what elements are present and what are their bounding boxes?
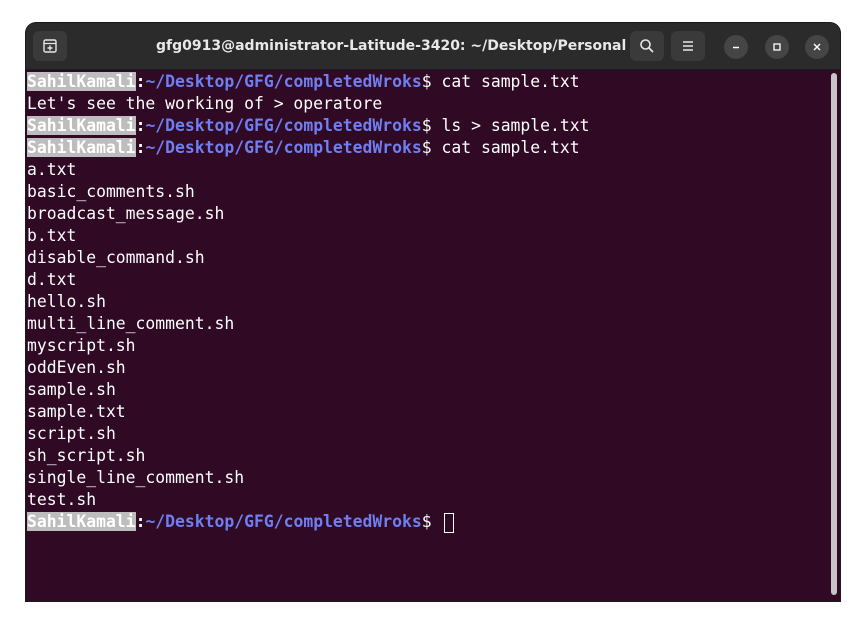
prompt-path: ~/Desktop/GFG/completedWroks bbox=[145, 72, 422, 91]
file-list-item: a.txt bbox=[27, 160, 77, 179]
new-tab-icon bbox=[43, 39, 57, 53]
minimize-button[interactable] bbox=[724, 35, 748, 59]
command-text: $ bbox=[421, 512, 442, 531]
maximize-icon bbox=[773, 43, 781, 51]
file-list-item: script.sh bbox=[27, 424, 116, 443]
minimize-icon bbox=[733, 46, 739, 49]
output-line: Let's see the working of > operatore bbox=[27, 94, 383, 113]
file-list-item: sample.sh bbox=[27, 380, 116, 399]
file-list-item: b.txt bbox=[27, 226, 77, 245]
file-list-item: sample.txt bbox=[27, 402, 126, 421]
command-text: $ cat sample.txt bbox=[421, 138, 580, 157]
search-button[interactable] bbox=[630, 31, 664, 61]
title-bar: gfg0913@administrator-Latitude-3420: ~/D… bbox=[26, 23, 840, 70]
close-button[interactable] bbox=[805, 35, 829, 59]
prompt-path: ~/Desktop/GFG/completedWroks bbox=[145, 138, 422, 157]
active-prompt-line[interactable]: SahilKamali:~/Desktop/GFG/completedWroks… bbox=[27, 511, 827, 533]
file-list-item: hello.sh bbox=[27, 292, 106, 311]
file-list-item: test.sh bbox=[27, 490, 97, 509]
new-tab-button[interactable] bbox=[33, 31, 67, 61]
command-text: $ cat sample.txt bbox=[421, 72, 580, 91]
prompt-separator: : bbox=[135, 138, 146, 157]
menu-button[interactable] bbox=[671, 31, 705, 61]
prompt-separator: : bbox=[135, 72, 146, 91]
vertical-scrollbar[interactable] bbox=[831, 73, 837, 595]
file-list-item: basic_comments.sh bbox=[27, 182, 195, 201]
prompt-line: SahilKamali:~/Desktop/GFG/completedWroks… bbox=[27, 115, 827, 137]
close-icon bbox=[813, 43, 821, 51]
file-list-item: disable_command.sh bbox=[27, 248, 205, 267]
file-list-item: myscript.sh bbox=[27, 336, 136, 355]
prompt-user: SahilKamali bbox=[27, 116, 136, 135]
search-icon bbox=[640, 39, 654, 53]
hamburger-menu-icon bbox=[683, 41, 693, 51]
file-list-item: single_line_comment.sh bbox=[27, 468, 245, 487]
terminal-window: gfg0913@administrator-Latitude-3420: ~/D… bbox=[26, 23, 840, 601]
file-list-item: oddEven.sh bbox=[27, 358, 126, 377]
prompt-user: SahilKamali bbox=[27, 72, 136, 91]
prompt-line: SahilKamali:~/Desktop/GFG/completedWroks… bbox=[27, 71, 827, 93]
text-cursor bbox=[443, 512, 454, 533]
prompt-separator: : bbox=[135, 512, 146, 531]
terminal-output[interactable]: SahilKamali:~/Desktop/GFG/completedWroks… bbox=[27, 71, 827, 599]
maximize-button[interactable] bbox=[765, 35, 789, 59]
prompt-path: ~/Desktop/GFG/completedWroks bbox=[145, 512, 422, 531]
file-list-item: sh_script.sh bbox=[27, 446, 146, 465]
prompt-user: SahilKamali bbox=[27, 138, 136, 157]
prompt-separator: : bbox=[135, 116, 146, 135]
prompt-path: ~/Desktop/GFG/completedWroks bbox=[145, 116, 422, 135]
window-title: gfg0913@administrator-Latitude-3420: ~/D… bbox=[156, 38, 627, 54]
file-list-item: multi_line_comment.sh bbox=[27, 314, 235, 333]
command-text: $ ls > sample.txt bbox=[421, 116, 590, 135]
file-list-item: d.txt bbox=[27, 270, 77, 289]
prompt-user: SahilKamali bbox=[27, 512, 136, 531]
prompt-line: SahilKamali:~/Desktop/GFG/completedWroks… bbox=[27, 137, 827, 159]
file-list-item: broadcast_message.sh bbox=[27, 204, 225, 223]
